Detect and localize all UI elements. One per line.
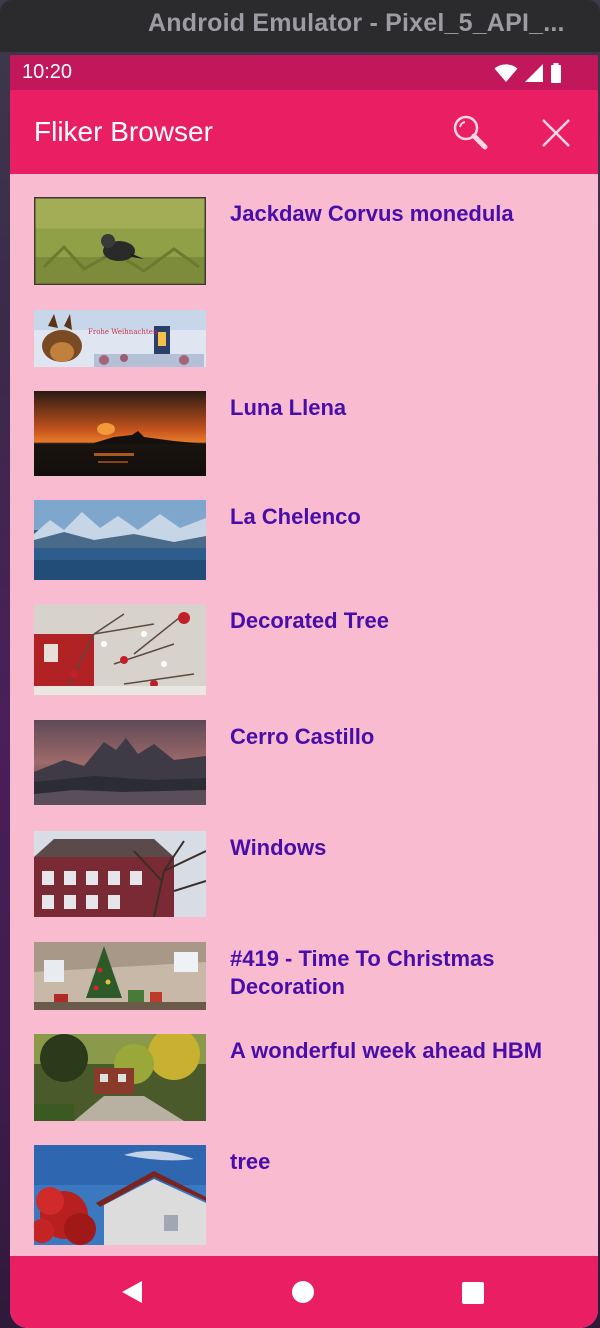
photo-title: Windows	[230, 835, 327, 860]
search-icon	[453, 115, 488, 150]
photo-title: tree	[230, 1149, 271, 1174]
photo-thumbnail[interactable]	[34, 720, 206, 805]
photo-thumbnail[interactable]	[34, 391, 206, 476]
photo-list[interactable]: Jackdaw Corvus monedula Frohe Weihnachte…	[10, 174, 598, 1256]
photo-thumbnail[interactable]	[34, 604, 206, 695]
signal-icon	[525, 64, 543, 82]
photo-thumbnail[interactable]: Frohe Weihnachten	[34, 310, 206, 367]
window-title: Android Emulator - Pixel_5_API_...	[148, 9, 565, 37]
photo-title: A wonderful week ahead HBM	[230, 1038, 543, 1063]
photo-title: #419 - Time To Christmas Decoration	[230, 946, 495, 999]
photo-thumbnail[interactable]	[34, 831, 206, 917]
device-screen: 10:20 Fliker Browser Jackdaw Corvus mone…	[10, 55, 598, 1328]
status-bar: 10:20	[10, 55, 598, 90]
navigation-bar	[10, 1256, 598, 1328]
emulator-window-titlebar: Android Emulator - Pixel_5_API_...	[0, 0, 600, 52]
photo-title: La Chelenco	[230, 504, 361, 529]
recents-button[interactable]	[462, 1282, 484, 1304]
photo-thumbnail[interactable]	[34, 1145, 206, 1245]
photo-thumbnail[interactable]	[34, 1034, 206, 1121]
photo-title: Cerro Castillo	[230, 724, 375, 749]
photo-title: Jackdaw Corvus monedula	[230, 201, 514, 226]
close-button[interactable]	[537, 114, 575, 152]
photo-thumbnail[interactable]	[34, 500, 206, 580]
photo-title: Decorated Tree	[230, 608, 389, 633]
status-icons	[494, 62, 562, 84]
app-bar: Fliker Browser	[10, 90, 598, 174]
back-icon	[122, 1281, 142, 1303]
home-button[interactable]	[292, 1281, 314, 1303]
photo-thumbnail[interactable]	[34, 197, 206, 285]
thumbnail-caption: Frohe Weihnachten	[88, 328, 158, 336]
home-icon	[292, 1281, 314, 1303]
status-time: 10:20	[22, 61, 73, 83]
recents-icon	[462, 1282, 484, 1304]
battery-icon	[551, 63, 561, 83]
photo-thumbnail[interactable]	[34, 942, 206, 1010]
photo-title: Luna Llena	[230, 395, 347, 420]
close-icon	[542, 119, 570, 147]
back-button[interactable]	[120, 1280, 144, 1304]
wifi-icon	[494, 64, 518, 82]
app-title: Fliker Browser	[34, 116, 213, 147]
search-button[interactable]	[450, 112, 490, 152]
